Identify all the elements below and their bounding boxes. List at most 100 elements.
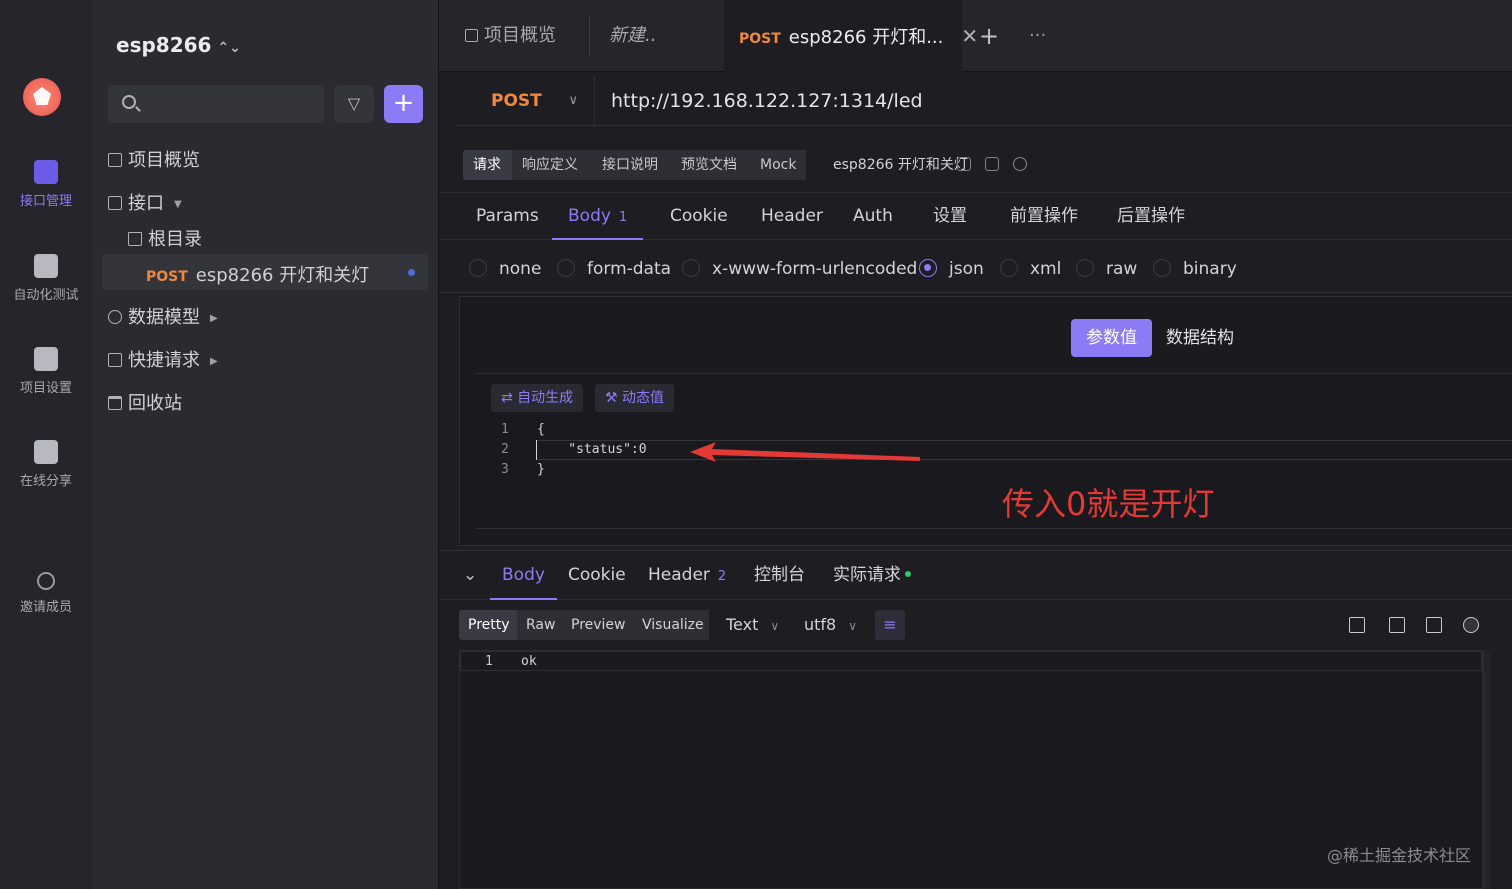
new-tab-button[interactable]: + [979,0,999,72]
quick-request-icon [108,353,122,367]
mode-param-values[interactable]: 参数值 [1071,319,1152,357]
vertical-scrollbar[interactable] [1483,650,1491,889]
body-type-json[interactable]: json [919,245,984,293]
radio-icon [1076,259,1094,277]
copy-icon[interactable] [1426,617,1442,633]
collapse-response-button[interactable]: ⌄ [463,551,477,600]
project-switcher[interactable]: esp8266 ⌃⌄ [116,33,241,57]
tab-cookie[interactable]: Cookie [670,193,728,240]
tab-params[interactable]: Params [476,193,539,240]
body-type-raw[interactable]: raw [1076,245,1137,293]
tree-label: 接口 [128,193,164,214]
method-value: POST [491,91,542,111]
encoding-select[interactable]: utf8 ∨ [804,610,857,640]
body-type-xml[interactable]: xml [1000,245,1061,293]
response-tab-header[interactable]: Header 2 [648,551,726,600]
tree-item-recycle-bin[interactable]: 回收站 [108,389,182,415]
plus-icon: + [979,22,1000,50]
code-line: 1 ok [460,651,1482,671]
tab-settings[interactable]: 设置 [933,193,967,240]
response-tab-actual-request[interactable]: 实际请求 [833,551,911,600]
word-wrap-button[interactable]: ≡ [875,610,905,640]
header-count-badge: 2 [717,569,727,584]
tree-item-api[interactable]: 接口 ▼ [108,189,182,215]
code-icon[interactable] [985,157,999,171]
tab-label: 新建.. [609,25,657,46]
subtab-mock[interactable]: Mock [750,150,806,180]
tab-pre-actions[interactable]: 前置操作 [1010,193,1078,240]
response-tab-console[interactable]: 控制台 [754,551,805,600]
method-badge: POST [146,269,188,285]
dynamic-value-button[interactable]: ⚒ 动态值 [595,384,675,412]
rail-online-share[interactable]: 在线分享 [0,440,92,489]
tab-auth[interactable]: Auth [853,193,893,240]
tab-bar: 项目概览 新建.. POST esp8266 开灯和... ✕ + ··· [439,0,1512,72]
chevron-down-icon: ∨ [770,619,780,633]
view-preview[interactable]: Preview [562,610,633,640]
rail-api-management[interactable]: 接口管理 [0,160,92,209]
add-button[interactable]: + [384,85,423,123]
line-number: 3 [501,462,509,477]
body-type-urlencoded[interactable]: x-www-form-urlencoded [682,245,917,293]
tab-label: esp8266 开灯和... [788,27,944,48]
tab-esp8266-led[interactable]: POST esp8266 开灯和... ✕ [724,0,978,72]
tab-overview[interactable]: 项目概览 [465,0,556,72]
subtab-preview-doc[interactable]: 预览文档 [671,150,750,180]
response-tab-body[interactable]: Body [490,551,557,600]
url-input[interactable]: http://192.168.122.127:1314/led [611,76,923,126]
more-icon: ··· [1029,25,1047,46]
app-logo-icon [23,78,61,116]
subtab-api-doc[interactable]: 接口说明 [592,150,671,180]
auto-generate-button[interactable]: ⇄ 自动生成 [491,384,584,412]
download-icon[interactable] [1389,617,1405,633]
main-panel: 项目概览 新建.. POST esp8266 开灯和... ✕ + ··· POST… [438,0,1512,889]
tab-body[interactable]: Body 1 [552,193,644,240]
close-icon[interactable]: ✕ [961,24,978,48]
radio-label: json [949,259,984,279]
code-text: "status":0 [537,442,647,457]
request-tabs: Params Body 1 Cookie Header Auth 设置 前置操作 … [439,192,1512,240]
response-tab-cookie[interactable]: Cookie [568,551,626,600]
save-as-example-icon[interactable] [1349,617,1365,633]
rail-project-settings[interactable]: 项目设置 [0,347,92,396]
body-type-none[interactable]: none [469,245,541,293]
history-icon[interactable] [1013,157,1027,171]
subtab-response-definition[interactable]: 响应定义 [512,150,592,180]
tree-item-root[interactable]: 根目录 [128,225,202,251]
search-icon[interactable] [1463,617,1479,633]
body-editor-panel: 参数值 数据结构 ⇄ 自动生成 ⚒ 动态值 1 { 2 "status":0 3… [459,296,1512,546]
status-dot [408,269,415,276]
tree-item-data-model[interactable]: 数据模型 ▶ [108,303,218,329]
tree-item-overview[interactable]: 项目概览 [108,146,200,172]
chevron-down-icon: ∨ [848,619,858,633]
subtab-request[interactable]: 请求 [463,150,512,180]
view-raw[interactable]: Raw [517,610,562,640]
body-type-selector: none form-data x-www-form-urlencoded jso… [439,245,1512,293]
body-type-binary[interactable]: binary [1153,245,1237,293]
more-tabs-button[interactable]: ··· [1029,0,1046,72]
search-input[interactable] [108,85,324,123]
link-icon[interactable] [957,157,971,171]
method-select[interactable]: POST ∨ [455,76,595,126]
rail-invite-member[interactable]: 邀请成员 [0,572,92,615]
tree-item-quick-request[interactable]: 快捷请求 ▶ [108,346,218,372]
radio-label: binary [1183,259,1237,279]
watermark: @稀土掘金技术社区 [1327,846,1472,865]
tree-item-esp8266-led[interactable]: POST esp8266 开灯和关灯 [146,261,369,287]
filter-icon: ▽ [347,94,361,113]
mode-data-structure[interactable]: 数据结构 [1166,319,1234,357]
format-select[interactable]: Text ∨ [726,610,779,640]
view-visualize[interactable]: Visualize [633,610,709,640]
tab-header[interactable]: Header [761,193,823,240]
view-pretty[interactable]: Pretty [459,610,517,640]
body-type-form-data[interactable]: form-data [557,245,671,293]
radio-icon [1153,259,1171,277]
rail-label: 邀请成员 [19,600,72,615]
tab-post-actions[interactable]: 后置操作 [1117,193,1185,240]
rail-automation-test[interactable]: 自动化测试 [0,254,92,303]
json-editor[interactable]: ⇄ 自动生成 ⚒ 动态值 1 { 2 "status":0 3 } [475,373,1512,529]
tab-new[interactable]: 新建.. [609,0,656,72]
radio-icon [469,259,487,277]
wrap-icon: ≡ [883,615,897,634]
filter-button[interactable]: ▽ [334,85,374,123]
